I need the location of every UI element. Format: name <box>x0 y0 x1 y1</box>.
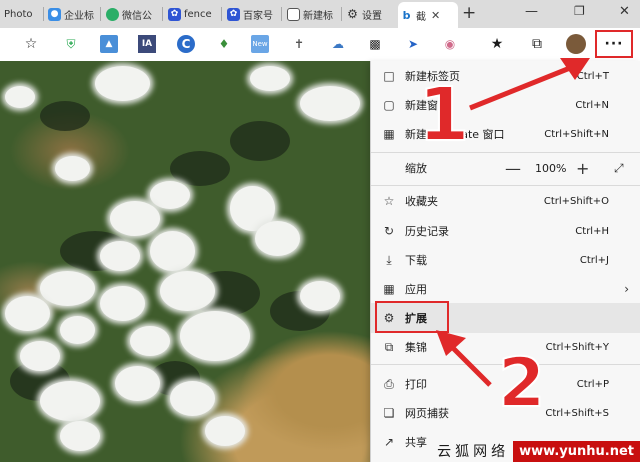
tab-label: 企业标 <box>64 10 94 22</box>
tab-divider <box>43 7 44 21</box>
tab-divider <box>162 7 163 21</box>
shield-check-icon[interactable]: ⛨ <box>62 35 80 53</box>
share-icon: ↗ <box>383 435 395 449</box>
menu-item-favorites[interactable]: ☆ 收藏夹 Ctrl+Shift+O <box>371 186 640 216</box>
favorites-star-icon: ☆ <box>383 194 395 208</box>
zoom-in-button[interactable]: + <box>576 159 589 178</box>
favorites-icon[interactable]: ★ <box>488 35 506 53</box>
map-extension-icon[interactable]: ♦ <box>215 35 233 53</box>
new-tab-icon: □ <box>383 69 395 83</box>
tab-label: 设置 <box>362 10 382 22</box>
gear-icon: ⚙ <box>347 7 358 21</box>
close-tab-icon[interactable]: ✕ <box>431 9 440 22</box>
tab-new-tab[interactable]: 新建标 <box>285 3 343 25</box>
menu-item-zoom: 缩放 — 100% + ⤢ <box>405 158 624 178</box>
cat-extension-icon[interactable]: ◉ <box>441 35 459 53</box>
satellite-image <box>0 61 370 462</box>
tab-settings[interactable]: ⚙ 设置 <box>344 3 396 25</box>
apps-grid-icon: ▦ <box>383 282 395 296</box>
tool-extension-icon[interactable]: ✝ <box>290 35 308 53</box>
new-tab-button[interactable]: + <box>462 3 476 23</box>
watermark-url: www.yunhu.net <box>513 440 640 462</box>
toolbar: ☆ ⛨ ▲ IA C ♦ New ✝ ☁ ▩ ➤ ◉ ★ ⧉ ··· <box>0 28 640 62</box>
add-favorite-icon[interactable]: ☆ <box>22 35 40 53</box>
tab-divider <box>341 7 342 21</box>
tab-label: 百家号 <box>243 10 273 22</box>
watermark: 云狐网络 www.yunhu.net <box>437 440 640 462</box>
tab-baijiahao[interactable]: ✿ 百家号 <box>225 3 283 25</box>
tab-divider <box>100 7 101 21</box>
minimize-icon[interactable]: — <box>525 4 538 19</box>
wechat-icon <box>106 7 119 21</box>
extensions-highlight-box <box>375 301 449 333</box>
tab-bing-active[interactable]: b 截 ✕ <box>398 2 458 28</box>
menu-item-apps[interactable]: ▦ 应用 › <box>371 274 640 304</box>
web-capture-icon: ❏ <box>383 406 395 420</box>
download-icon: ⤓ <box>386 252 392 267</box>
close-window-icon[interactable]: ✕ <box>619 4 630 19</box>
baidu-paw-icon: ✿ <box>227 7 240 21</box>
bird-extension-icon[interactable]: ➤ <box>404 35 422 53</box>
menu-item-new-tab[interactable]: □ 新建标签页 Ctrl+T <box>371 61 640 91</box>
bing-icon: b <box>402 8 411 22</box>
tab-photo[interactable]: Photo <box>2 3 46 25</box>
menu-item-new-window[interactable]: ▢ 新建窗口 Ctrl+N <box>371 90 640 120</box>
zoom-level: 100% <box>535 161 567 175</box>
settings-and-more-button[interactable]: ··· <box>595 30 633 58</box>
fullscreen-icon[interactable]: ⤢ <box>614 161 624 176</box>
c-extension-icon[interactable]: C <box>177 35 195 53</box>
tab-divider <box>221 7 222 21</box>
zoom-out-button[interactable]: — <box>505 159 521 178</box>
tab-label: 微信公 <box>122 10 152 22</box>
step-2-number: 2 <box>497 344 546 423</box>
step-1-number: 1 <box>417 72 470 158</box>
tab-wechat[interactable]: 微信公 <box>104 3 164 25</box>
tab-company[interactable]: ● 企业标 <box>46 3 102 25</box>
ia-extension-icon[interactable]: IA <box>138 35 156 53</box>
menu-item-new-inprivate[interactable]: ▦ 新建 InPrivate 窗口 Ctrl+Shift+N <box>371 119 640 149</box>
tab-label: fence <box>184 8 212 20</box>
collections-icon: ⧉ <box>384 339 394 354</box>
tab-fence[interactable]: ✿ fence <box>166 3 224 25</box>
tab-divider <box>281 7 282 21</box>
avatar[interactable] <box>566 34 586 54</box>
inprivate-window-icon: ▦ <box>383 127 395 141</box>
menu-item-downloads[interactable]: ⤓ 下载 Ctrl+J <box>371 245 640 275</box>
watermark-text: 云狐网络 <box>437 444 510 460</box>
new-extension-icon[interactable]: New <box>251 35 269 53</box>
printer-icon: ⎙ <box>384 376 394 391</box>
chevron-right-icon: › <box>624 282 629 296</box>
collections-icon[interactable]: ⧉ <box>528 35 546 53</box>
new-window-icon: ▢ <box>383 98 395 112</box>
tab-label: 截 <box>416 11 426 23</box>
video-extension-icon[interactable]: ▩ <box>366 35 384 53</box>
page-icon <box>287 7 300 21</box>
cloud-extension-icon[interactable]: ☁ <box>329 35 347 53</box>
restore-icon[interactable]: ❐ <box>574 4 585 18</box>
tab-label: 新建标 <box>303 10 333 22</box>
tab-label: Photo <box>4 8 33 20</box>
history-icon: ↻ <box>383 224 395 238</box>
more-icon: ··· <box>604 36 624 52</box>
baidu-paw-icon: ✿ <box>168 7 181 21</box>
drop-icon: ● <box>48 7 61 21</box>
menu-item-history[interactable]: ↻ 历史记录 Ctrl+H <box>371 216 640 246</box>
image-icon[interactable]: ▲ <box>100 35 118 53</box>
tab-strip: Photo ● 企业标 微信公 ✿ fence ✿ 百家号 新建标 ⚙ 设置 b… <box>0 0 640 28</box>
